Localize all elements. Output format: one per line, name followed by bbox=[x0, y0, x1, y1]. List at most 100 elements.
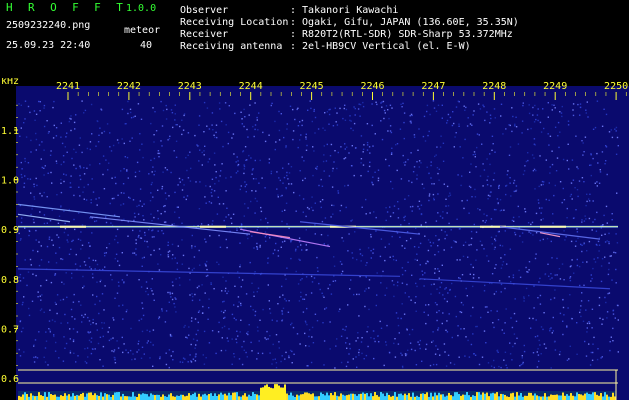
noise-dot bbox=[197, 329, 199, 332]
noise-dot bbox=[100, 109, 103, 111]
noise-dot bbox=[239, 266, 241, 268]
strength-bar bbox=[66, 395, 68, 400]
strength-bar bbox=[36, 395, 38, 400]
noise-dot bbox=[388, 243, 390, 245]
noise-dot bbox=[270, 170, 273, 173]
noise-dot bbox=[218, 180, 220, 182]
noise-dot bbox=[74, 228, 76, 231]
noise-dot bbox=[150, 183, 153, 186]
noise-dot bbox=[359, 103, 362, 106]
noise-dot bbox=[18, 348, 20, 351]
noise-dot bbox=[267, 257, 269, 260]
noise-dot bbox=[371, 182, 373, 184]
noise-dot bbox=[222, 301, 224, 303]
noise-dot bbox=[90, 352, 93, 355]
noise-dot bbox=[199, 299, 201, 301]
noise-dot bbox=[238, 358, 241, 360]
noise-dot bbox=[611, 219, 613, 221]
noise-dot bbox=[371, 103, 373, 105]
noise-dot bbox=[265, 217, 267, 220]
noise-dot bbox=[151, 171, 153, 173]
strength-bar bbox=[156, 394, 158, 400]
strength-bar bbox=[446, 395, 448, 400]
noise-dot bbox=[472, 285, 474, 288]
strength-bar bbox=[386, 392, 388, 400]
noise-dot bbox=[90, 323, 92, 326]
noise-dot bbox=[514, 125, 516, 127]
noise-dot bbox=[51, 209, 53, 211]
noise-dot bbox=[424, 140, 427, 142]
noise-dot bbox=[214, 183, 216, 185]
noise-dot bbox=[178, 277, 181, 279]
noise-dot bbox=[428, 130, 430, 133]
noise-dot bbox=[194, 356, 197, 358]
noise-dot bbox=[98, 197, 100, 199]
noise-dot bbox=[169, 135, 171, 137]
strength-bar bbox=[498, 396, 500, 400]
noise-dot bbox=[177, 184, 179, 186]
observation-datetime: 25.09.23 22:40 bbox=[6, 40, 91, 51]
noise-dot bbox=[130, 117, 133, 119]
noise-dot bbox=[241, 224, 243, 226]
noise-dot bbox=[446, 212, 448, 214]
noise-dot bbox=[196, 144, 198, 146]
noise-dot bbox=[56, 194, 58, 196]
noise-dot bbox=[154, 170, 156, 172]
noise-dot bbox=[220, 170, 222, 172]
noise-dot bbox=[583, 151, 585, 153]
noise-dot bbox=[79, 137, 81, 139]
noise-dot bbox=[401, 273, 404, 276]
noise-dot bbox=[551, 163, 554, 166]
noise-dot bbox=[204, 196, 206, 198]
noise-dot bbox=[299, 139, 301, 141]
noise-dot bbox=[33, 356, 35, 359]
strength-bar bbox=[222, 394, 224, 400]
noise-dot bbox=[47, 132, 50, 134]
noise-dot bbox=[220, 310, 223, 313]
noise-dot bbox=[596, 181, 598, 183]
noise-dot bbox=[209, 235, 211, 237]
noise-dot bbox=[99, 300, 101, 302]
noise-dot bbox=[466, 199, 468, 202]
noise-dot bbox=[175, 140, 178, 142]
noise-dot bbox=[137, 213, 140, 215]
strength-bar bbox=[504, 394, 506, 400]
noise-dot bbox=[141, 330, 144, 333]
noise-dot bbox=[175, 298, 177, 300]
strength-bar bbox=[232, 392, 234, 400]
noise-dot bbox=[43, 191, 45, 194]
noise-dot bbox=[403, 313, 406, 315]
noise-dot bbox=[508, 154, 511, 156]
noise-dot bbox=[403, 219, 406, 221]
noise-dot bbox=[541, 207, 543, 209]
noise-dot bbox=[400, 352, 402, 354]
noise-dot bbox=[513, 179, 516, 182]
noise-dot bbox=[197, 145, 200, 147]
noise-dot bbox=[389, 256, 391, 258]
noise-dot bbox=[288, 355, 290, 357]
strength-bar bbox=[268, 386, 270, 400]
noise-dot bbox=[152, 365, 154, 367]
noise-dot bbox=[470, 343, 473, 346]
noise-dot bbox=[147, 246, 149, 248]
strength-bar bbox=[104, 393, 106, 400]
noise-dot bbox=[432, 363, 435, 366]
noise-dot bbox=[40, 245, 42, 247]
strength-bar bbox=[48, 392, 50, 400]
receiver-value: : R820T2(RTL-SDR) SDR-Sharp 53.372MHz bbox=[290, 29, 513, 40]
noise-dot bbox=[554, 289, 556, 291]
noise-dot bbox=[30, 151, 32, 153]
strength-bar bbox=[296, 394, 298, 400]
strength-bar bbox=[526, 395, 528, 400]
noise-dot bbox=[88, 242, 90, 244]
header-panel: H R O F F T 1.0.0 2509232240.png meteor … bbox=[0, 0, 629, 78]
noise-dot bbox=[484, 284, 486, 287]
strength-bar bbox=[134, 396, 136, 400]
noise-dot bbox=[244, 203, 246, 205]
noise-dot bbox=[55, 262, 58, 264]
noise-dot bbox=[192, 338, 195, 340]
noise-dot bbox=[472, 114, 474, 116]
noise-dot bbox=[470, 163, 472, 165]
noise-dot bbox=[216, 261, 218, 263]
noise-dot bbox=[82, 287, 84, 289]
